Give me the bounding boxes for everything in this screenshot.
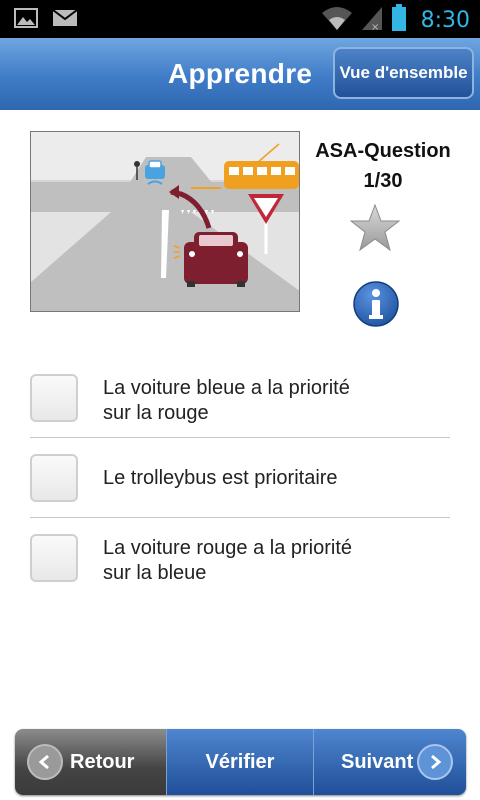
answer-option-2[interactable]: Le trolleybus est prioritaire	[30, 438, 450, 518]
question-title: ASA-Question 1/30	[308, 136, 458, 196]
image-icon	[14, 8, 38, 33]
answer-checkbox[interactable]	[30, 454, 78, 502]
next-button[interactable]: Suivant	[314, 729, 466, 795]
signal-icon: ×	[361, 5, 383, 36]
question-category: ASA-Question	[315, 140, 451, 162]
answer-text: La voiture rouge a la priorité sur la bl…	[103, 537, 353, 584]
answer-text: Le trolleybus est prioritaire	[103, 467, 338, 489]
question-counter: 1/30	[363, 170, 403, 192]
app-screen: × 8:30 Apprendre Vue d'ensemble ASA-Ques…	[0, 0, 480, 800]
answer-list: La voiture bleue a la priorité sur la ro…	[30, 358, 450, 598]
status-time: 8:30	[420, 8, 470, 33]
overview-button[interactable]: Vue d'ensemble	[333, 47, 474, 99]
chevron-right-icon	[417, 744, 453, 780]
wifi-icon	[321, 5, 353, 36]
answer-checkbox[interactable]	[30, 374, 78, 422]
answer-checkbox[interactable]	[30, 534, 78, 582]
verify-label: Vérifier	[205, 750, 275, 773]
svg-text:×: ×	[371, 22, 379, 31]
mail-icon	[52, 8, 78, 33]
answer-option-3[interactable]: La voiture rouge a la priorité sur la bl…	[30, 518, 450, 598]
title-bar: Apprendre Vue d'ensemble	[0, 38, 480, 110]
info-icon[interactable]	[352, 280, 400, 333]
chevron-left-icon	[27, 744, 63, 780]
back-button[interactable]: Retour	[15, 729, 166, 795]
answer-option-1[interactable]: La voiture bleue a la priorité sur la ro…	[30, 358, 450, 438]
question-illustration	[30, 131, 300, 312]
bottom-nav: Retour Vérifier Suivant	[15, 729, 466, 795]
page-title: Apprendre	[168, 58, 313, 89]
answer-text: La voiture bleue a la priorité sur la ro…	[103, 377, 350, 424]
status-bar: × 8:30	[0, 0, 480, 38]
next-label: Suivant	[341, 751, 414, 773]
battery-icon	[391, 4, 407, 37]
back-label: Retour	[70, 751, 135, 773]
verify-button[interactable]: Vérifier	[166, 729, 314, 795]
star-icon[interactable]	[349, 203, 401, 258]
